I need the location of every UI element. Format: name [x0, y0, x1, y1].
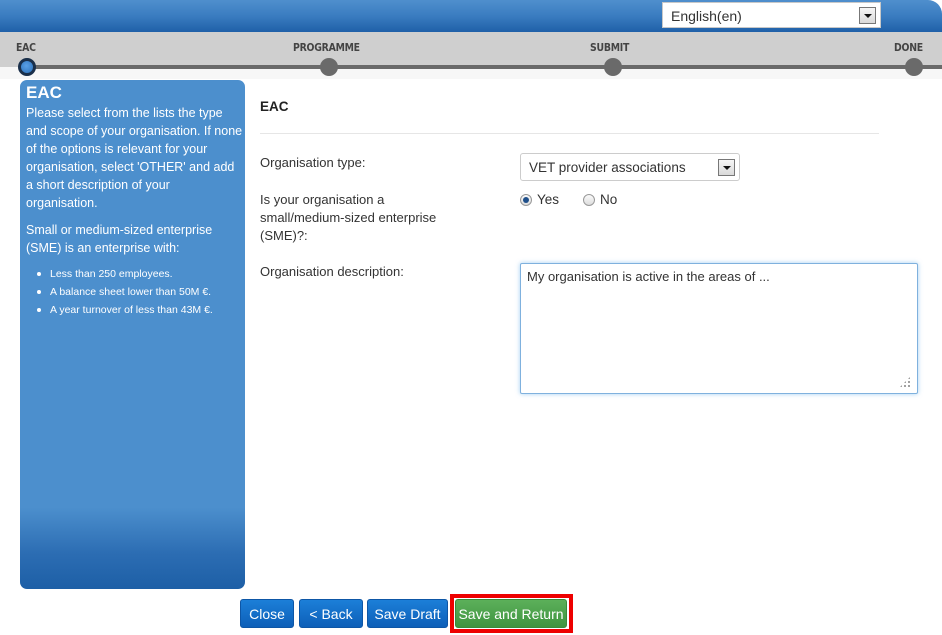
step-dot-programme[interactable] [320, 58, 338, 76]
sidebar-title: EAC [26, 83, 62, 102]
progress-line [27, 65, 942, 69]
back-button[interactable]: < Back [299, 599, 363, 628]
sme-criteria-item: A year turnover of less than 43M €. [26, 301, 245, 319]
form-title: EAC [260, 99, 289, 114]
form-divider [260, 133, 879, 134]
radio-unchecked-icon[interactable] [583, 193, 595, 206]
step-label-submit: SUBMIT [590, 41, 630, 54]
sme-question-label: Is your organisation a small/medium-size… [260, 192, 437, 243]
step-dot-submit[interactable] [604, 58, 622, 76]
sme-radio-no[interactable]: No [583, 192, 617, 207]
org-description-label: Organisation description: [260, 264, 404, 279]
sme-criteria-item: Less than 250 employees. [26, 265, 245, 283]
step-dot-done[interactable] [905, 58, 923, 76]
chevron-down-icon[interactable] [859, 7, 876, 24]
org-type-label: Organisation type: [260, 155, 366, 170]
sidebar-sme-text: Small or medium-sized enterprise (SME) i… [26, 223, 213, 255]
sme-radio-yes-label: Yes [537, 192, 560, 207]
save-draft-button[interactable]: Save Draft [367, 599, 448, 628]
save-and-return-button[interactable]: Save and Return [455, 599, 567, 628]
step-label-done: DONE [894, 41, 923, 54]
step-dot-eac[interactable] [18, 58, 36, 76]
org-type-select[interactable]: VET provider associations [520, 153, 740, 181]
step-label-eac: EAC [16, 41, 36, 54]
chevron-down-icon[interactable] [718, 159, 735, 176]
radio-checked-icon[interactable] [520, 193, 532, 206]
app-header: English(en) [0, 0, 942, 32]
language-select[interactable]: English(en) [662, 2, 881, 28]
sme-criteria-item: A balance sheet lower than 50M €. [26, 283, 245, 301]
org-description-textarea[interactable] [520, 263, 918, 394]
step-label-programme: PROGRAMME [293, 41, 360, 54]
sme-criteria-list: Less than 250 employees. A balance sheet… [26, 265, 245, 319]
close-button[interactable]: Close [240, 599, 294, 628]
sme-radio-no-label: No [600, 192, 618, 207]
sme-radio-yes[interactable]: Yes [520, 192, 559, 207]
language-select-value: English(en) [671, 8, 742, 24]
sidebar-intro: Please select from the lists the type an… [26, 106, 243, 210]
help-sidebar: EAC Please select from the lists the typ… [20, 80, 245, 589]
progress-steps [0, 32, 942, 67]
org-type-value: VET provider associations [529, 160, 686, 175]
